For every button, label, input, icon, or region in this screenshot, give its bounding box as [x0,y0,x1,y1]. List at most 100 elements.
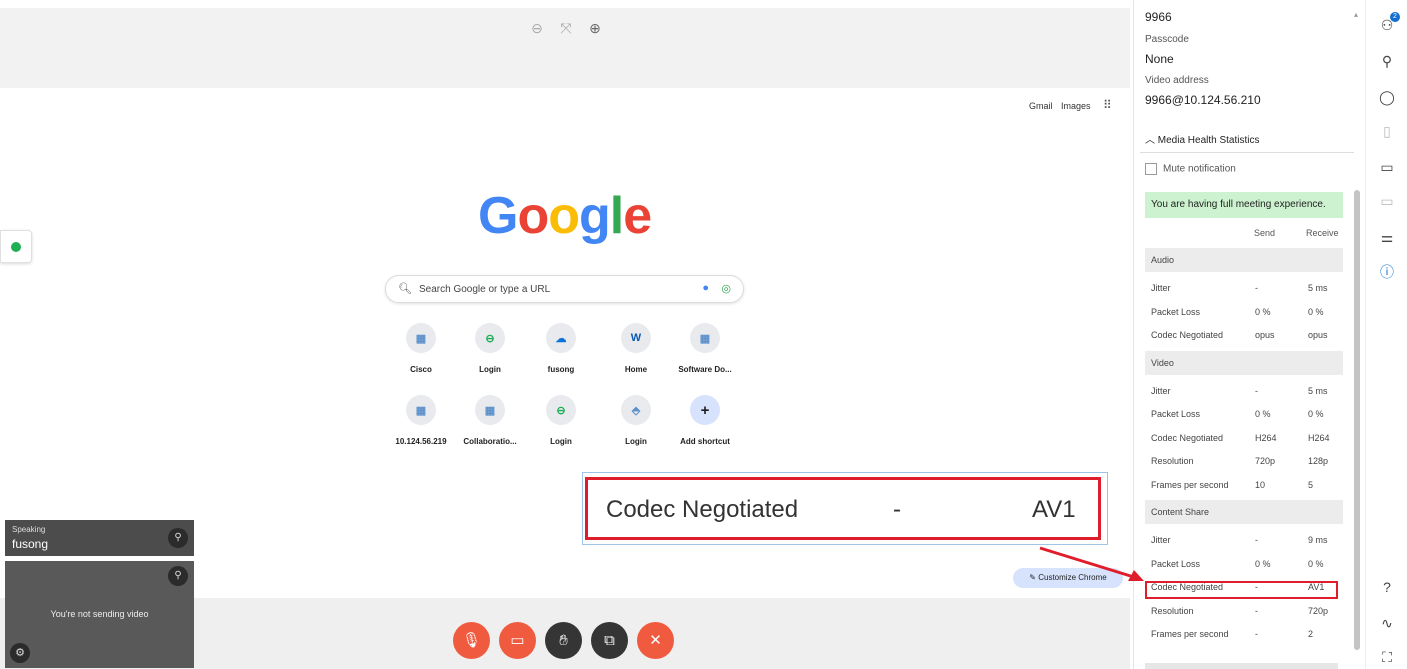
media-health-toggle[interactable]: ︿ Media Health Statistics [1145,131,1260,146]
help-icon[interactable]: ? [1376,576,1398,598]
customize-chrome-button[interactable]: ✎ Customize Chrome [1013,568,1123,588]
stat-receive: H264 [1308,432,1330,443]
stat-receive: 9 ms [1308,535,1328,545]
stat-send: - [1255,283,1258,293]
meeting-number: 9966 [1145,10,1172,24]
speaking-label: Speaking [12,525,46,534]
google-logo-letter: G [478,187,518,245]
pin-icon[interactable]: ⚲ [168,528,188,548]
google-logo-letter: o [548,187,580,245]
receive-column-header: Receive [1306,228,1339,238]
green-status-icon [11,242,21,252]
shortcut-tile[interactable]: + Add shortcut [670,395,740,446]
raise-hand-button[interactable]: ✋︎ [545,622,582,659]
participants-icon[interactable]: ⚇ 2 [1376,12,1400,36]
status-tab[interactable] [0,230,32,263]
google-logo-letter: e [623,187,652,245]
zoom-in-icon[interactable]: ⊕ [585,18,605,38]
stats-row: Codec Negotiated H264 H264 [1145,427,1343,450]
shortcut-tile[interactable]: ⬘ Login [601,395,671,446]
stats-row: Resolution - 720p [1145,600,1343,623]
mute-notification-checkbox[interactable]: Mute notification [1145,163,1236,175]
fullscreen-icon[interactable]: ⛶ [1376,646,1398,668]
stats-row: Frames per second 10 5 [1145,474,1343,497]
shortcut-label: Home [624,365,648,374]
stat-metric: Jitter [1151,385,1171,396]
callout-metric: Codec Negotiated [606,496,799,523]
google-search-input[interactable]: 🔍︎ Search Google or type a URL ● ◎ [385,275,744,303]
shortcut-label: Software Do... [678,365,732,374]
stat-receive: 720p [1308,605,1329,616]
google-logo: Google [478,186,652,246]
images-link[interactable]: Images [1061,101,1091,111]
checkbox-icon [1145,163,1157,175]
shortcut-tile[interactable]: ▦ Collaboratio... [455,395,525,446]
stat-receive: 0 % [1308,558,1324,569]
stat-send: 10 [1255,479,1266,490]
shortcut-label: Login [625,437,647,446]
stats-row: Jitter - 9 ms [1145,529,1343,552]
gmail-link[interactable]: Gmail [1029,101,1053,111]
settings-sliders-icon[interactable]: ⚌ [1376,226,1398,248]
scroll-up-icon[interactable]: ▴ [1354,10,1358,19]
codec-highlight-box [1145,581,1338,599]
stat-send: 0 % [1255,409,1271,419]
google-logo-letter: l [609,187,624,245]
shortcut-icon: ▦ [406,323,436,353]
stop-video-button[interactable]: ▭ [499,622,536,659]
stat-metric: Jitter [1151,535,1171,545]
shortcut-tile[interactable]: ▦ Cisco [386,323,456,374]
stat-send: 720p [1255,456,1276,466]
shortcut-icon: ⬘ [621,395,651,425]
stat-metric: Packet Loss [1151,306,1201,317]
participants-badge: 2 [1390,12,1400,22]
stats-row: Jitter - 5 ms [1145,277,1343,300]
fit-screen-icon[interactable]: ⤧ [556,18,576,38]
shortcut-icon: + [690,395,720,425]
stat-receive: 2 [1308,629,1314,639]
customize-chrome-label: Customize Chrome [1038,573,1107,582]
apps-grid-icon[interactable]: ⠿ [1103,98,1112,112]
divider [1140,152,1354,153]
share-button[interactable]: ⧉ [591,622,628,659]
pin-self-view-icon[interactable]: ⚲ [168,566,188,586]
callout-highlight-box: Codec Negotiated - AV1 [585,477,1101,540]
chat-icon[interactable]: ◯ [1376,86,1398,108]
zoom-out-icon[interactable]: ⊖ [527,18,547,38]
captions-icon[interactable]: ▭ [1376,156,1398,178]
mute-button[interactable]: 🎙︎ [453,622,490,659]
chevron-up-icon: ︿ [1145,135,1158,146]
stat-receive: opus [1308,330,1328,340]
shortcut-tile[interactable]: ▦ Software Do... [670,323,740,374]
stat-receive: 128p [1308,456,1329,466]
stat-metric: Codec Negotiated [1151,432,1224,443]
shortcut-tile[interactable]: ⊖ Login [526,395,596,446]
shortcut-icon: ☁ [546,323,576,353]
whiteboard-icon[interactable]: ▭ [1376,190,1398,212]
shortcut-tile[interactable]: ▦ 10.124.56.219 [386,395,456,446]
lens-icon[interactable]: ◎ [721,282,731,295]
stat-receive: 5 [1308,479,1314,490]
microphone-icon[interactable]: ● [702,282,709,294]
shortcut-label: Login [479,365,501,374]
stat-send: - [1255,535,1258,545]
end-meeting-button[interactable]: ✕ [637,622,674,659]
shortcut-label: Collaboratio... [463,437,517,446]
activity-icon[interactable]: ∿ [1376,612,1398,634]
shortcut-tile[interactable]: ☁ fusong [526,323,596,374]
shortcut-tile[interactable]: ⊖ Login [455,323,525,374]
meeting-info-panel: 9966 Passcode None Video address 9966@10… [1133,0,1365,669]
hand-icon: ✋︎ [559,632,568,649]
contacts-icon[interactable]: ⚲ [1376,50,1398,72]
media-health-title: Media Health Statistics [1157,135,1260,146]
callout-receive: AV1 [1032,496,1076,523]
stat-receive: 0 % [1308,306,1324,317]
gear-icon[interactable]: ⚙ [10,643,30,663]
panel-scrollbar[interactable] [1354,190,1360,650]
shortcut-tile[interactable]: W Home [601,323,671,374]
google-logo-letter: o [517,187,549,245]
stats-section-header: Video [1145,350,1343,375]
notes-icon[interactable]: ▯ [1376,120,1398,142]
stats-row: Packet Loss 0 % 0 % [1145,301,1343,324]
info-icon[interactable]: ⓘ [1376,261,1398,283]
